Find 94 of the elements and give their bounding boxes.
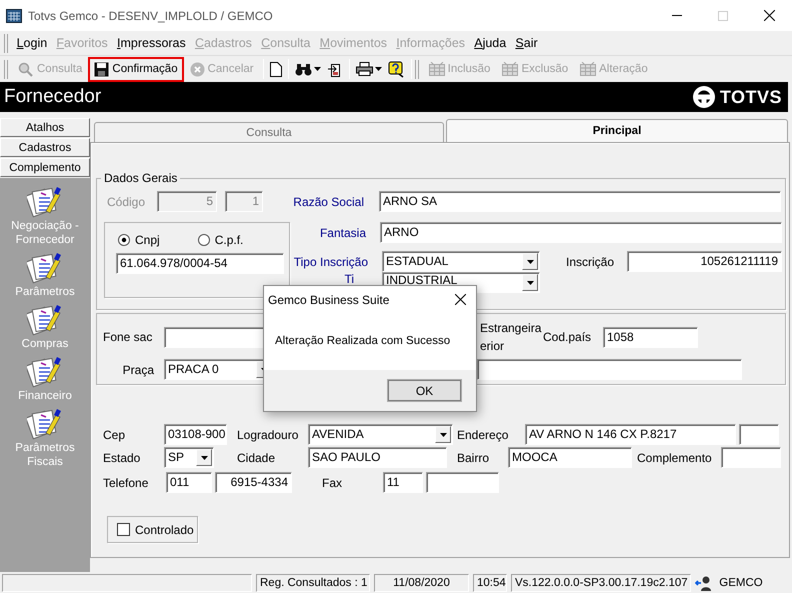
field-label: Ti: [343, 272, 355, 286]
sidebar-tab[interactable]: Cadastros: [0, 138, 90, 157]
caret-icon: [314, 67, 321, 71]
caret-icon: [526, 260, 534, 264]
input-field[interactable]: 1058: [603, 326, 698, 348]
field-label: Cod.país: [543, 330, 592, 344]
sidebar-tab[interactable]: Atalhos: [0, 118, 90, 137]
tab[interactable]: Consulta: [94, 122, 444, 142]
group-title: Dados Gerais: [103, 171, 178, 185]
status-text: Vs.122.0.0.0-SP3.00.17.19c2.107: [511, 574, 691, 592]
input-field[interactable]: [721, 447, 781, 468]
field-label: Praça: [122, 362, 155, 376]
status-text: GEMCO: [718, 576, 764, 590]
caret-icon: [526, 280, 534, 284]
status-text: 10:54: [473, 574, 507, 592]
field-label: Cidade: [237, 450, 276, 464]
input-field[interactable]: 03108-900: [164, 424, 227, 445]
input-field[interactable]: ARNO: [380, 222, 782, 243]
field-label: Complemento: [637, 450, 713, 464]
tab[interactable]: Principal: [446, 119, 788, 142]
printer-icon: [356, 62, 373, 76]
close-icon: [764, 10, 774, 21]
document-pen-icon: [27, 250, 63, 284]
menu-item[interactable]: Ajuda: [470, 36, 511, 50]
input-field[interactable]: [426, 472, 499, 493]
circle-x-icon: [190, 62, 205, 76]
help-icon: [388, 60, 405, 78]
app-icon: [6, 8, 22, 24]
close-icon[interactable]: [455, 294, 466, 305]
caret-icon: [440, 432, 446, 436]
document-pen-icon: [26, 354, 63, 388]
field-label: Cep: [103, 428, 126, 442]
menu-item[interactable]: Login: [12, 36, 52, 50]
table-icon: [428, 62, 445, 76]
table-icon: [502, 62, 518, 76]
field-label: Fone sac: [103, 330, 154, 344]
magnifier-icon: [18, 62, 34, 76]
field-label: Endereço: [457, 428, 510, 442]
dialog-message: Alteração Realizada com Sucesso: [275, 335, 450, 347]
document-arrow-icon: [326, 61, 343, 77]
caret-icon: [374, 67, 382, 71]
logo-text: TOTVS: [720, 86, 782, 108]
person-icon: [695, 574, 711, 590]
field-label: Fax: [322, 476, 344, 490]
document-pen-icon: [26, 184, 63, 218]
minimize-icon: [672, 15, 682, 16]
field-label: Fantasia: [318, 226, 367, 240]
field-label: Inscrição: [566, 254, 616, 268]
input-field[interactable]: [739, 424, 779, 445]
dropdown[interactable]: ESTADUAL: [382, 251, 540, 272]
input-field[interactable]: AV ARNO N 146 CX P.8217: [525, 424, 736, 445]
input-field[interactable]: ARNO SA: [379, 191, 781, 212]
field-label: erior: [480, 338, 506, 355]
binoculars-icon: [294, 62, 312, 76]
document-pen-icon: [27, 302, 63, 336]
input-field[interactable]: 61.064.978/0004-54: [116, 253, 284, 274]
document-icon: [270, 62, 282, 76]
checkbox-label: Controlado: [135, 522, 194, 536]
input-field[interactable]: MOOCA: [508, 447, 632, 468]
input-field[interactable]: 011: [166, 472, 212, 493]
field-label: Razão Social: [292, 194, 365, 208]
field-label: Telefone: [103, 476, 150, 490]
radio-button[interactable]: C.p.f.: [198, 233, 244, 247]
radio-icon: [198, 234, 210, 246]
checkbox[interactable]: [117, 523, 130, 536]
ok-button[interactable]: OK: [387, 379, 462, 402]
radio-button[interactable]: Cnpj: [118, 233, 160, 247]
window-title: Totvs Gemco - DESENV_IMPLOLD / GEMCO: [28, 8, 273, 22]
status-text: 11/08/2020: [374, 574, 469, 592]
input-field[interactable]: [477, 359, 742, 380]
field-label: Código: [107, 194, 146, 208]
status-text: Reg. Consultados : 1: [256, 574, 370, 592]
radio-icon: [118, 234, 130, 246]
dropdown[interactable]: SP: [164, 447, 214, 468]
maximize-icon: [718, 10, 728, 20]
sidebar-tab[interactable]: Complemento: [0, 158, 90, 177]
field-label: Bairro: [457, 450, 490, 464]
document-pen-icon: [27, 406, 63, 440]
menu-item[interactable]: Sair: [510, 36, 542, 50]
dialog-title: Gemco Business Suite: [268, 292, 390, 306]
page-title: Fornecedor: [4, 86, 102, 108]
input-field[interactable]: 11: [383, 472, 423, 493]
caret-icon: [200, 456, 208, 460]
input-field[interactable]: 105261211119: [627, 251, 782, 272]
field-label: Estado: [103, 450, 142, 464]
field-label: Tipo Inscrição: [292, 254, 369, 268]
input-field[interactable]: 6915-4334: [215, 472, 292, 493]
field-label: Estrangeira: [480, 320, 542, 337]
dropdown[interactable]: AVENIDA: [308, 424, 453, 445]
field-label: Logradouro: [237, 428, 300, 442]
table-icon: [580, 62, 596, 76]
logo-icon: [692, 85, 716, 109]
menu-item[interactable]: Impressoras: [112, 36, 190, 50]
input-field[interactable]: SAO PAULO: [308, 447, 447, 468]
